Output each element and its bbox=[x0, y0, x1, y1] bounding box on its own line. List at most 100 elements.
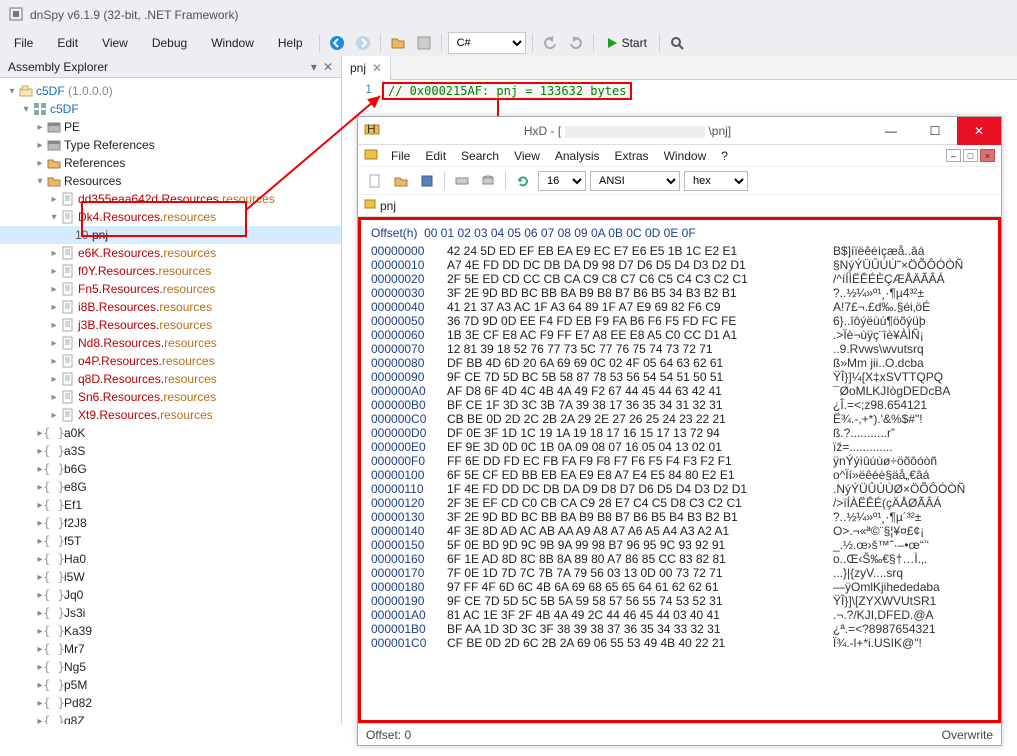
expand-icon[interactable]: ▸ bbox=[48, 374, 60, 385]
tree-namespace[interactable]: ▸{ }q8Z bbox=[0, 712, 341, 724]
menu-window[interactable]: Window bbox=[201, 33, 264, 53]
tree-pe[interactable]: ▸PE bbox=[0, 118, 341, 136]
hxd-menu-extras[interactable]: Extras bbox=[609, 147, 655, 165]
hex-row[interactable]: 000000F0FF 6E DD FD EC FB FA F9 F8 F7 F6… bbox=[371, 454, 988, 468]
tree-resource[interactable]: ▸Fn5.Resources.resources bbox=[0, 280, 341, 298]
tree-namespace[interactable]: ▸{ }i5W bbox=[0, 568, 341, 586]
hxd-menu-search[interactable]: Search bbox=[455, 147, 505, 165]
tab-close-icon[interactable]: ✕ bbox=[372, 61, 382, 75]
hxd-minimize-button[interactable]: — bbox=[869, 117, 913, 145]
hex-row[interactable]: 000001B0BF AA 1D 3D 3C 3F 38 39 38 37 36… bbox=[371, 622, 988, 636]
expand-icon[interactable]: ▸ bbox=[48, 302, 60, 313]
menu-file[interactable]: File bbox=[4, 33, 43, 53]
tree-resource[interactable]: ▸f0Y.Resources.resources bbox=[0, 262, 341, 280]
menu-edit[interactable]: Edit bbox=[47, 33, 88, 53]
hex-row[interactable]: 000000D0DF 0E 3F 1D 1C 19 1A 19 18 17 16… bbox=[371, 426, 988, 440]
expand-icon[interactable]: ▸ bbox=[48, 338, 60, 349]
search-button[interactable] bbox=[666, 32, 688, 54]
hxd-ram-button[interactable] bbox=[451, 170, 473, 192]
hex-row[interactable]: 0000004041 21 37 A3 AC 1F A3 64 89 1F A7… bbox=[371, 300, 988, 314]
hxd-menu-edit[interactable]: Edit bbox=[419, 147, 452, 165]
expand-icon[interactable]: ▾ bbox=[34, 176, 46, 187]
tree-namespace[interactable]: ▸{ }f5T bbox=[0, 532, 341, 550]
expand-icon[interactable]: ▸ bbox=[48, 284, 60, 295]
tree-resource[interactable]: ▸q8D.Resources.resources bbox=[0, 370, 341, 388]
tree-namespace[interactable]: ▸{ }Ka39 bbox=[0, 622, 341, 640]
tree-namespace[interactable]: ▸{ }Mr7 bbox=[0, 640, 341, 658]
open-button[interactable] bbox=[387, 32, 409, 54]
hex-row[interactable]: 000000601B 3E CF E8 AC F9 FF E7 A8 EE E8… bbox=[371, 328, 988, 342]
hxd-columns-select[interactable]: 16 bbox=[538, 171, 586, 191]
hex-row[interactable]: 000001006F 5E CF ED BB EB EA E9 E8 A7 E4… bbox=[371, 468, 988, 482]
hxd-menu-view[interactable]: View bbox=[508, 147, 546, 165]
hex-row[interactable]: 000001707F 0E 1D 7D 7C 7B 7A 79 56 03 13… bbox=[371, 566, 988, 580]
hxd-menu-analysis[interactable]: Analysis bbox=[549, 147, 606, 165]
expand-icon[interactable]: ▾ bbox=[20, 104, 32, 115]
tree-resource[interactable]: ▸Sn6.Resources.resources bbox=[0, 388, 341, 406]
tree-refs[interactable]: ▸References bbox=[0, 154, 341, 172]
expand-icon[interactable]: ▸ bbox=[48, 194, 60, 205]
tree-assembly[interactable]: ▾c5DF (1.0.0.0) bbox=[0, 82, 341, 100]
expand-icon[interactable]: ▸ bbox=[34, 122, 46, 133]
hex-row[interactable]: 000000E0EF 9E 3D 0D 0C 1B 0A 09 08 07 16… bbox=[371, 440, 988, 454]
hex-row[interactable]: 000000303F 2E 9D BD BC BB BA B9 B8 B7 B6… bbox=[371, 286, 988, 300]
language-select[interactable]: C# bbox=[448, 32, 526, 54]
tree-namespace[interactable]: ▸{ }a3S bbox=[0, 442, 341, 460]
tree-namespace[interactable]: ▸{ }b6G bbox=[0, 460, 341, 478]
expand-icon[interactable]: ▸ bbox=[48, 266, 60, 277]
hxd-mdi-max-icon[interactable]: □ bbox=[963, 149, 978, 162]
menu-help[interactable]: Help bbox=[268, 33, 313, 53]
tree-namespace[interactable]: ▸{ }Jq0 bbox=[0, 586, 341, 604]
hex-row[interactable]: 000000202F 5E ED CD CC CB CA C9 C8 C7 C6… bbox=[371, 272, 988, 286]
hxd-menu-file[interactable]: File bbox=[385, 147, 416, 165]
hex-row[interactable]: 000001505F 0E BD 9D 9C 9B 9A 99 98 B7 96… bbox=[371, 538, 988, 552]
hex-row[interactable]: 000000C0CB BE 0D 2D 2C 2B 2A 29 2E 27 26… bbox=[371, 412, 988, 426]
hex-row[interactable]: 000000909F CE 7D 5D BC 5B 58 87 78 53 56… bbox=[371, 370, 988, 384]
hxd-charset-select[interactable]: ANSI bbox=[590, 171, 680, 191]
tab-pnj[interactable]: pnj ✕ bbox=[342, 56, 391, 80]
hxd-tab-label[interactable]: pnj bbox=[380, 199, 396, 213]
tree-namespace[interactable]: ▸{ }e8G bbox=[0, 478, 341, 496]
tree-namespace[interactable]: ▸{ }f2J8 bbox=[0, 514, 341, 532]
pane-close-icon[interactable]: ✕ bbox=[323, 60, 333, 74]
hex-row[interactable]: 0000000042 24 5D ED EF EB EA E9 EC E7 E6… bbox=[371, 244, 988, 258]
tree-namespace[interactable]: ▸{ }p5M bbox=[0, 676, 341, 694]
expand-icon[interactable]: ▾ bbox=[48, 212, 60, 223]
expand-icon[interactable]: ▸ bbox=[48, 392, 60, 403]
hxd-menu-window[interactable]: Window bbox=[658, 147, 713, 165]
hex-row[interactable]: 000001404F 3E 8D AD AC AB AA A9 A8 A7 A6… bbox=[371, 524, 988, 538]
tree-namespace[interactable]: ▸{ }a0K bbox=[0, 424, 341, 442]
hex-row[interactable]: 0000007012 81 39 18 52 76 77 73 5C 77 76… bbox=[371, 342, 988, 356]
hex-row[interactable]: 00000080DF BB 4D 6D 20 6A 69 69 0C 02 4F… bbox=[371, 356, 988, 370]
hxd-titlebar[interactable]: H HxD - [ \pnj] — ☐ ✕ bbox=[358, 117, 1001, 145]
tree-resource[interactable]: ▸e6K.Resources.resources bbox=[0, 244, 341, 262]
hex-row[interactable]: 000001A081 AC 1E 3F 2F 4B 4A 49 2C 44 46… bbox=[371, 608, 988, 622]
tree-resource[interactable]: ▸Nd8.Resources.resources bbox=[0, 334, 341, 352]
hex-row[interactable]: 000000B0BF CE 1F 3D 3C 3B 7A 39 38 17 36… bbox=[371, 398, 988, 412]
tree-resource[interactable]: ▸i8B.Resources.resources bbox=[0, 298, 341, 316]
tree-resource[interactable]: ▸Xt9.Resources.resources bbox=[0, 406, 341, 424]
tree-module[interactable]: ▾c5DF bbox=[0, 100, 341, 118]
undo-button[interactable] bbox=[539, 32, 561, 54]
hex-row[interactable]: 000001606F 1E AD 8D 8C 8B 8A 89 80 A7 86… bbox=[371, 552, 988, 566]
hxd-maximize-button[interactable]: ☐ bbox=[913, 117, 957, 145]
save-button[interactable] bbox=[413, 32, 435, 54]
hex-row[interactable]: 00000010A7 4E FD DD DC DB DA D9 98 D7 D6… bbox=[371, 258, 988, 272]
hex-row[interactable]: 0000005036 7D 9D 0D EE F4 FD EB F9 FA B6… bbox=[371, 314, 988, 328]
redo-button[interactable] bbox=[565, 32, 587, 54]
tree-namespace[interactable]: ▸{ }Ef1 bbox=[0, 496, 341, 514]
tree-namespace[interactable]: ▸{ }Js3i bbox=[0, 604, 341, 622]
menu-debug[interactable]: Debug bbox=[142, 33, 197, 53]
nav-back-button[interactable] bbox=[326, 32, 348, 54]
hxd-base-select[interactable]: hex bbox=[684, 171, 748, 191]
tree-resource[interactable]: ▸o4P.Resources.resources bbox=[0, 352, 341, 370]
hex-row[interactable]: 000001C0CF BE 0D 2D 6C 2B 2A 69 06 55 53… bbox=[371, 636, 988, 650]
expand-icon[interactable]: ▸ bbox=[48, 410, 60, 421]
tree-resource-item[interactable]: 1010pnj bbox=[0, 226, 341, 244]
hex-row[interactable]: 000000A0AF D8 6F 4D 4C 4B 4A 49 F2 67 44… bbox=[371, 384, 988, 398]
hex-row[interactable]: 000001101F 4E FD DD DC DB DA D9 D8 D7 D6… bbox=[371, 482, 988, 496]
hex-row[interactable]: 000001202F 3E EF CD C0 CB CA C9 28 E7 C4… bbox=[371, 496, 988, 510]
hxd-open-button[interactable] bbox=[390, 170, 412, 192]
expand-icon[interactable]: ▸ bbox=[48, 248, 60, 259]
tree-resource[interactable]: ▾Dk4.Resources.resources bbox=[0, 208, 341, 226]
